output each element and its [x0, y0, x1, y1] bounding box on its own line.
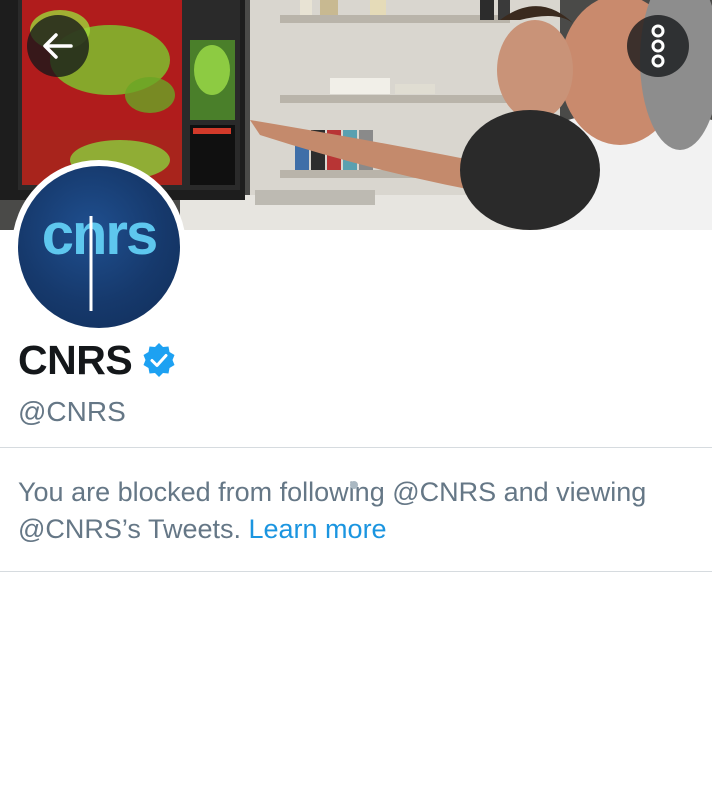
learn-more-link[interactable]: Learn more	[249, 514, 387, 544]
more-options-button[interactable]	[627, 15, 689, 77]
verified-badge-icon	[143, 343, 175, 377]
profile-name-row: CNRS	[18, 336, 176, 384]
profile-handle: @CNRS	[18, 396, 126, 427]
more-options-icon	[651, 24, 665, 68]
avatar-image: cnrs	[18, 166, 180, 328]
cnrs-logo-icon: cnrs	[42, 202, 158, 311]
profile-name: CNRS	[18, 337, 133, 383]
divider	[0, 447, 712, 448]
back-arrow-icon	[43, 33, 73, 59]
profile-avatar[interactable]: cnrs	[12, 160, 186, 334]
scroll-indicator-dot	[350, 481, 358, 489]
avatar-logo-text: cnrs	[42, 202, 157, 267]
blocked-notice: You are blocked from following @CNRS and…	[18, 474, 698, 548]
divider	[0, 571, 712, 572]
back-button[interactable]	[27, 15, 89, 77]
